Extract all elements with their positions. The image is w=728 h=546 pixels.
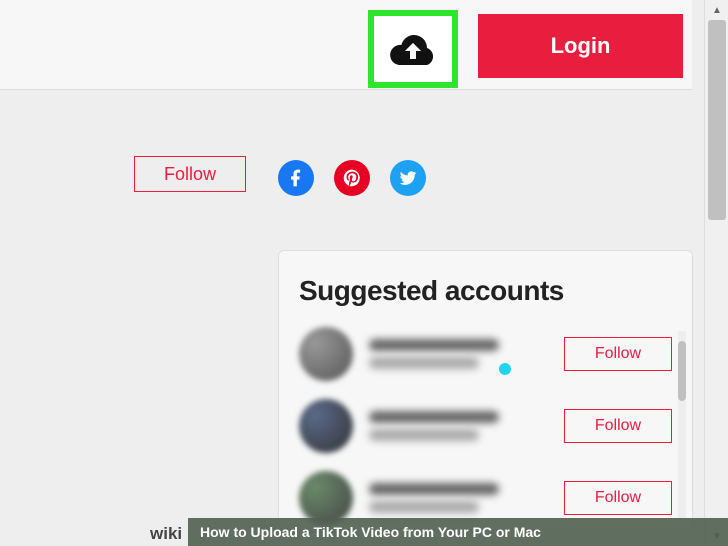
header-bar: Login: [0, 0, 692, 90]
social-share-row: [278, 160, 426, 196]
upload-button-highlight: [368, 10, 458, 88]
follow-button[interactable]: Follow: [564, 409, 672, 443]
follow-button[interactable]: Follow: [564, 337, 672, 371]
login-button[interactable]: Login: [478, 14, 683, 78]
scrollbar-thumb[interactable]: [708, 20, 726, 220]
page-scrollbar: ▲ ▼: [704, 0, 728, 546]
cloud-upload-icon[interactable]: [389, 29, 437, 69]
suggested-title: Suggested accounts: [299, 275, 672, 307]
avatar: [299, 327, 353, 381]
caption-bar: How to Upload a TikTok Video from Your P…: [188, 518, 728, 546]
suggested-account-row[interactable]: Follow: [299, 471, 672, 525]
pinterest-icon[interactable]: [334, 160, 370, 196]
follow-button-main[interactable]: Follow: [134, 156, 246, 192]
account-text-blurred: [369, 339, 564, 369]
page-viewport: Login Follow Suggested accounts Follow: [0, 0, 728, 546]
suggested-accounts-card: Suggested accounts Follow Follow: [278, 250, 693, 530]
card-scrollbar-thumb[interactable]: [678, 341, 686, 401]
follow-button[interactable]: Follow: [564, 481, 672, 515]
twitter-icon[interactable]: [390, 160, 426, 196]
account-text-blurred: [369, 483, 564, 513]
wikihow-brand: wiki: [150, 524, 182, 544]
scroll-up-arrow-icon[interactable]: ▲: [705, 0, 728, 20]
avatar: [299, 471, 353, 525]
suggested-account-row[interactable]: Follow: [299, 399, 672, 453]
verified-icon: [499, 363, 511, 375]
avatar: [299, 399, 353, 453]
suggested-account-row[interactable]: Follow: [299, 327, 672, 381]
account-text-blurred: [369, 411, 564, 441]
facebook-icon[interactable]: [278, 160, 314, 196]
